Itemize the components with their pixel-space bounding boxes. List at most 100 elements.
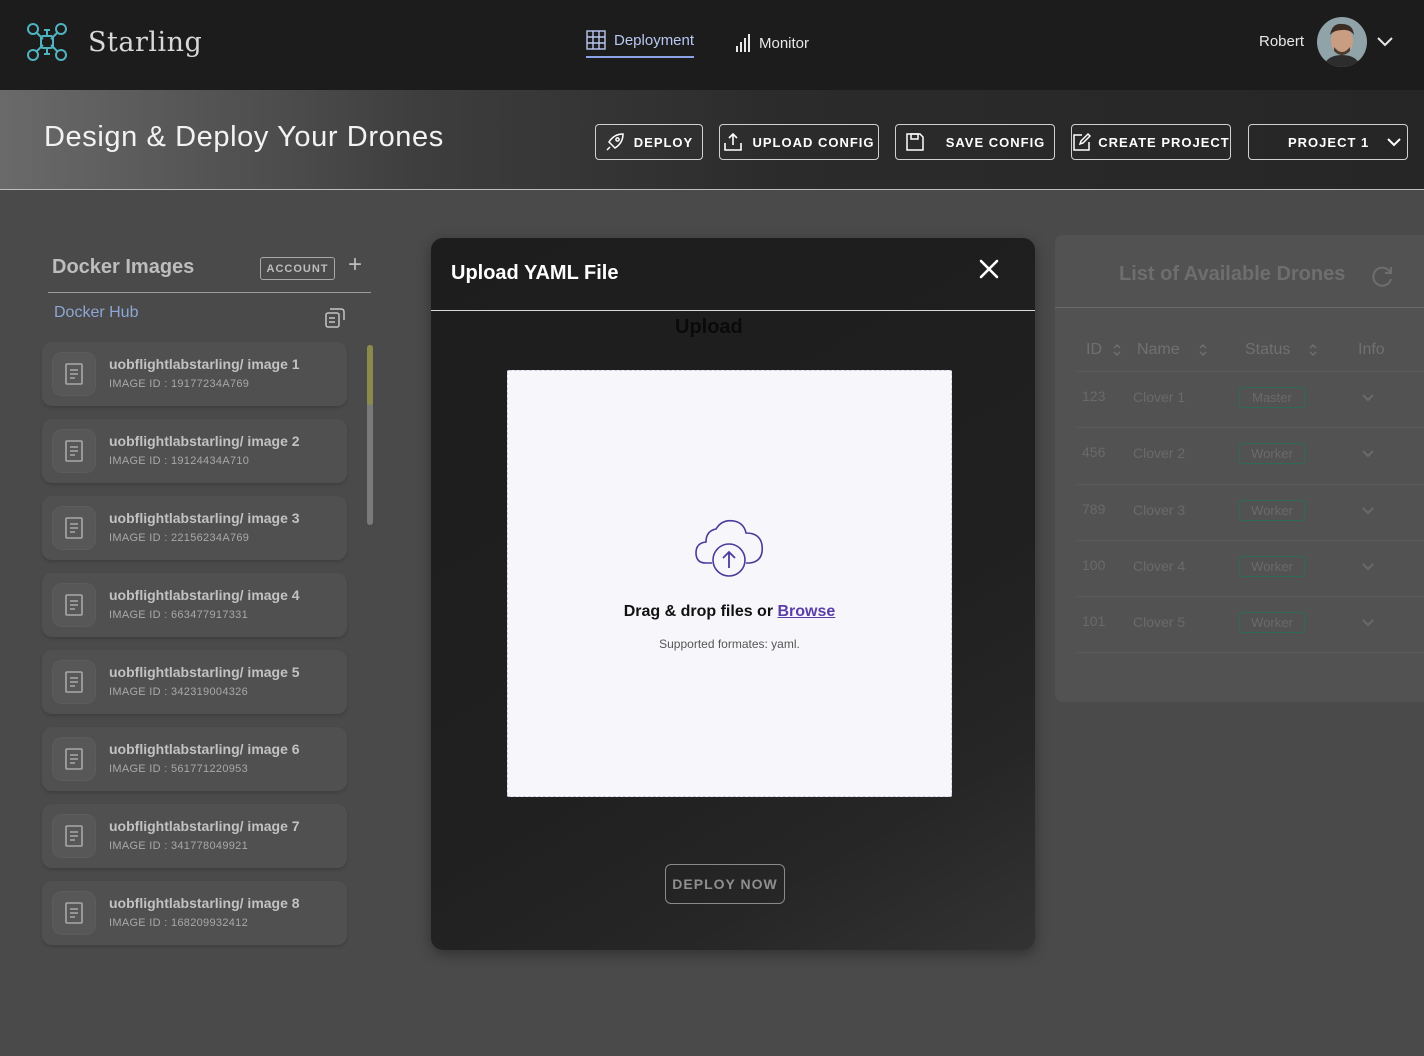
drone-name: Clover 4 [1133, 558, 1186, 574]
chevron-down-icon[interactable] [1361, 562, 1375, 572]
dropzone-instructions: Drag & drop files or Browse [508, 603, 951, 621]
document-icon [52, 891, 96, 935]
image-card[interactable]: uobflightlabstarling/ image 2 IMAGE ID :… [42, 419, 347, 483]
image-name: uobflightlabstarling/ image 8 [109, 895, 300, 911]
scrollbar-thumb[interactable] [367, 345, 373, 405]
image-id: IMAGE ID : 168209932412 [109, 917, 248, 929]
column-id-label: ID [1086, 341, 1102, 358]
signal-bars-icon [736, 34, 750, 52]
image-card[interactable]: uobflightlabstarling/ image 5 IMAGE ID :… [42, 650, 347, 714]
column-info-label: Info [1358, 341, 1385, 358]
divider [1077, 596, 1424, 597]
image-name: uobflightlabstarling/ image 1 [109, 356, 300, 372]
deploy-button[interactable]: DEPLOY [595, 124, 703, 160]
column-status[interactable]: Status [1245, 341, 1318, 359]
docker-images-title: Docker Images [52, 256, 195, 278]
top-bar: Starling Deployment Monitor Robert [0, 0, 1424, 90]
file-dropzone[interactable]: Drag & drop files or Browse Supported fo… [507, 370, 952, 797]
close-icon[interactable] [978, 258, 1000, 280]
document-icon [52, 814, 96, 858]
upload-yaml-modal: Upload YAML File Upload Drag & drop file… [431, 238, 1035, 950]
chevron-down-icon[interactable] [1376, 34, 1394, 48]
page-title: Design & Deploy Your Drones [44, 121, 444, 153]
tab-monitor[interactable]: Monitor [735, 28, 809, 58]
drones-title: List of Available Drones [1119, 263, 1346, 285]
image-name: uobflightlabstarling/ image 5 [109, 664, 300, 680]
drone-name: Clover 2 [1133, 445, 1186, 461]
image-id: IMAGE ID : 663477917331 [109, 609, 248, 621]
modal-title: Upload YAML File [451, 262, 619, 284]
drone-id: 789 [1082, 501, 1106, 517]
drag-drop-text: Drag & drop files or [623, 603, 778, 620]
image-id: IMAGE ID : 342319004326 [109, 686, 248, 698]
sort-icon [1309, 344, 1317, 356]
image-card[interactable]: uobflightlabstarling/ image 6 IMAGE ID :… [42, 727, 347, 791]
drone-name: Clover 1 [1133, 389, 1186, 405]
divider [1077, 652, 1424, 653]
divider [1077, 484, 1424, 485]
browse-link[interactable]: Browse [778, 603, 836, 620]
image-id: IMAGE ID : 341778049921 [109, 840, 248, 852]
document-icon [52, 660, 96, 704]
brand-name: Starling [88, 27, 203, 58]
document-icon [52, 352, 96, 396]
image-name: uobflightlabstarling/ image 2 [109, 433, 300, 449]
column-info: Info [1358, 341, 1385, 359]
floppy-disk-icon [905, 133, 924, 151]
image-card[interactable]: uobflightlabstarling/ image 1 IMAGE ID :… [42, 342, 347, 406]
divider [1077, 427, 1424, 428]
chevron-down-icon[interactable] [1361, 618, 1375, 628]
status-badge: Worker [1239, 556, 1305, 577]
add-image-icon[interactable]: + [345, 253, 365, 278]
save-config-label: SAVE CONFIG [945, 134, 1046, 150]
save-config-button[interactable]: SAVE CONFIG [895, 124, 1055, 160]
starling-logo-icon[interactable] [26, 22, 68, 62]
tab-monitor-label: Monitor [759, 34, 810, 52]
tab-deployment-label: Deployment [614, 31, 695, 49]
chevron-down-icon[interactable] [1361, 393, 1375, 403]
drones-panel: List of Available Drones ID Name Status … [1055, 235, 1424, 702]
upload-icon [724, 132, 743, 151]
chevron-down-icon[interactable] [1361, 449, 1375, 459]
image-id: IMAGE ID : 561771220953 [109, 763, 248, 775]
drone-name: Clover 3 [1133, 502, 1186, 518]
image-name: uobflightlabstarling/ image 3 [109, 510, 300, 526]
column-status-label: Status [1245, 341, 1291, 358]
column-id[interactable]: ID [1086, 341, 1122, 359]
status-badge: Worker [1239, 500, 1305, 521]
column-name[interactable]: Name [1137, 341, 1208, 359]
user-avatar[interactable] [1317, 17, 1367, 67]
divider [1077, 540, 1424, 541]
docker-hub-icon[interactable] [323, 306, 347, 330]
docker-hub-link[interactable]: Docker Hub [54, 304, 138, 322]
refresh-icon[interactable] [1369, 264, 1395, 290]
drone-id: 456 [1082, 444, 1106, 460]
drone-id: 123 [1082, 388, 1106, 404]
divider [48, 292, 371, 293]
deploy-now-button[interactable]: DEPLOY NOW [665, 864, 785, 904]
divider [1077, 371, 1424, 372]
create-project-label: CREATE PROJECT [1098, 134, 1230, 150]
project-select[interactable]: PROJECT 1 [1248, 124, 1408, 160]
image-card[interactable]: uobflightlabstarling/ image 4 IMAGE ID :… [42, 573, 347, 637]
divider [431, 310, 1035, 311]
upload-config-label: UPLOAD CONFIG [752, 134, 875, 150]
image-id: IMAGE ID : 19177234A769 [109, 378, 250, 390]
chevron-down-icon[interactable] [1361, 506, 1375, 516]
account-button[interactable]: ACCOUNT [260, 257, 335, 280]
create-project-button[interactable]: CREATE PROJECT [1071, 124, 1231, 160]
image-card[interactable]: uobflightlabstarling/ image 8 IMAGE ID :… [42, 881, 347, 945]
image-card[interactable]: uobflightlabstarling/ image 7 IMAGE ID :… [42, 804, 347, 868]
rocket-icon [606, 133, 624, 151]
tab-deployment[interactable]: Deployment [586, 28, 695, 58]
project-select-value: PROJECT 1 [1288, 134, 1370, 150]
drone-name: Clover 5 [1133, 614, 1186, 630]
user-name: Robert [1259, 33, 1305, 50]
image-id: IMAGE ID : 19124434A710 [109, 455, 250, 467]
edit-icon [1073, 132, 1092, 151]
status-badge: Master [1239, 387, 1305, 408]
sort-icon [1199, 344, 1207, 356]
upload-config-button[interactable]: UPLOAD CONFIG [719, 124, 879, 160]
image-card[interactable]: uobflightlabstarling/ image 3 IMAGE ID :… [42, 496, 347, 560]
status-badge: Worker [1239, 612, 1305, 633]
